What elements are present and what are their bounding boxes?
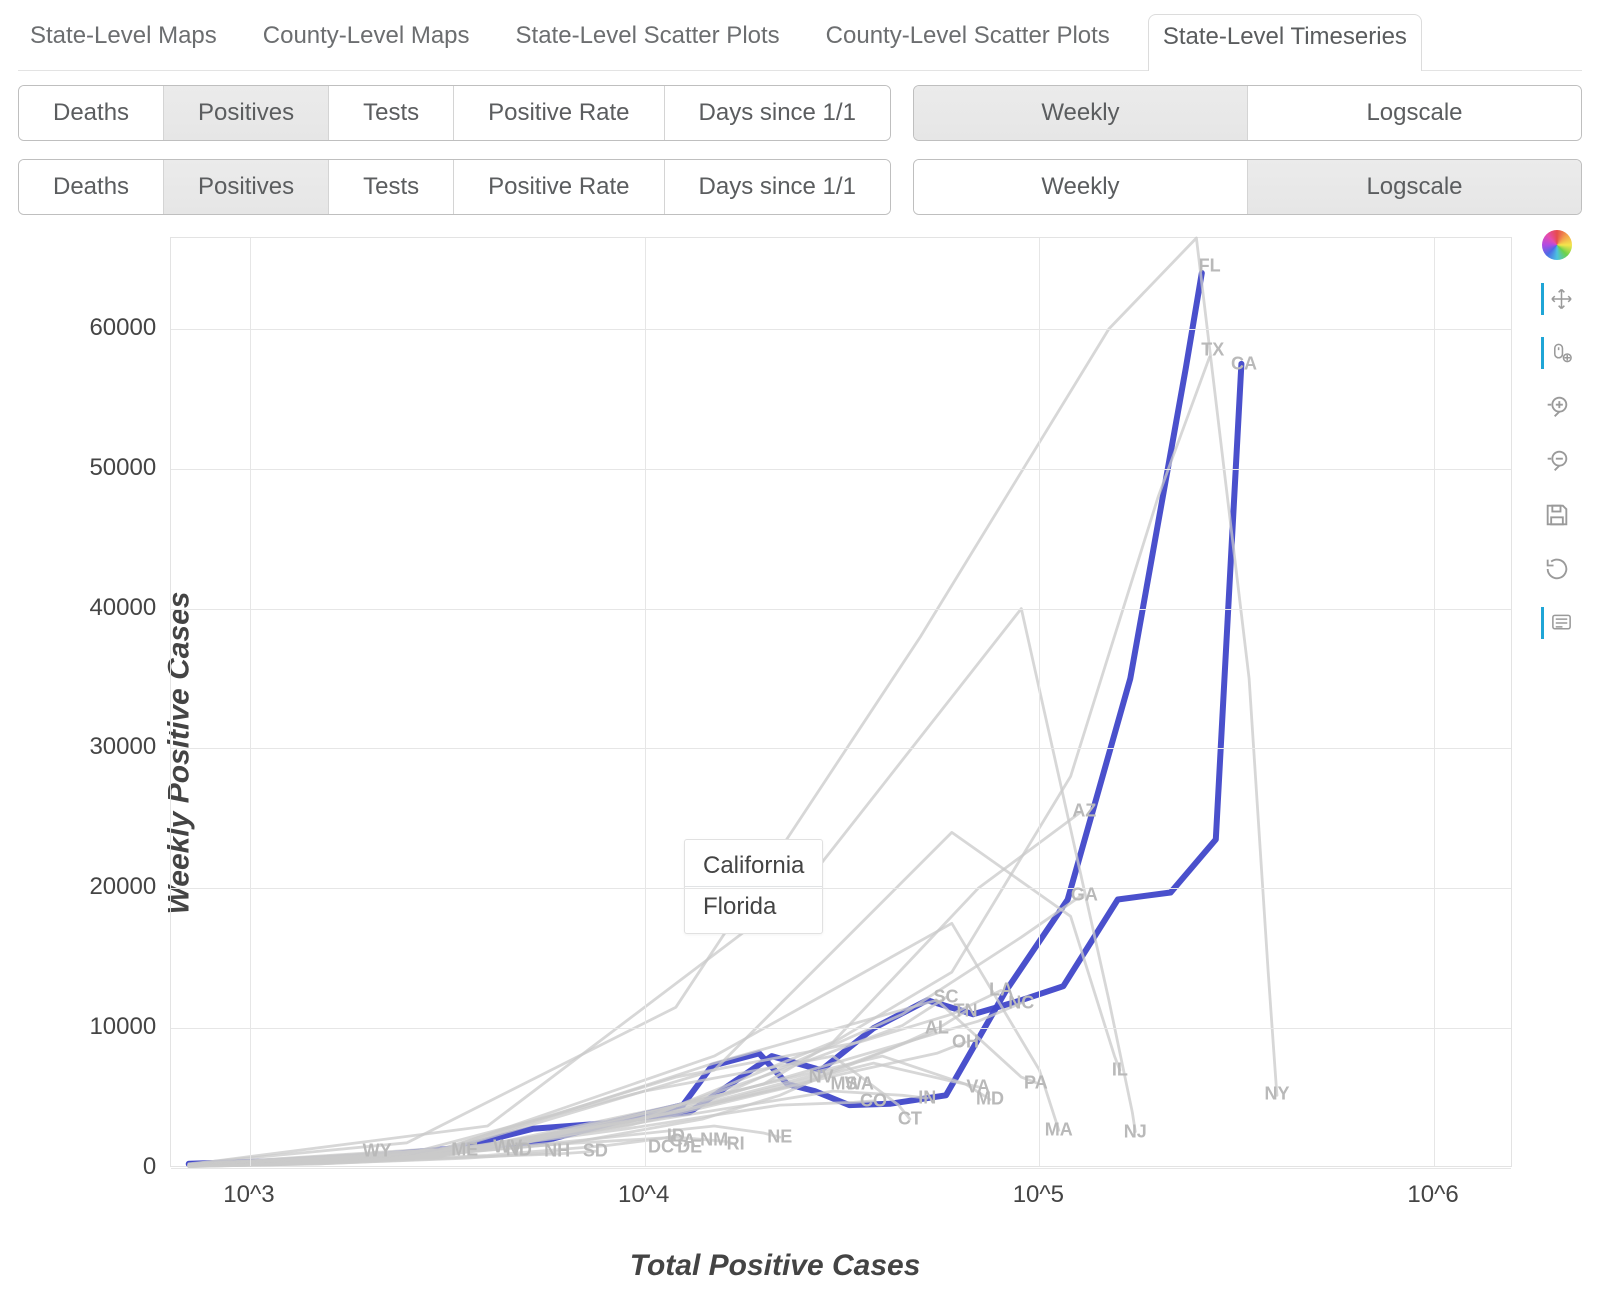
- state-end-label: ID: [667, 1125, 685, 1146]
- state-end-label: SD: [583, 1141, 608, 1162]
- state-end-label: PA: [1024, 1072, 1048, 1093]
- state-end-label: NY: [1264, 1083, 1289, 1104]
- tab-county-maps[interactable]: County-Level Maps: [255, 14, 478, 70]
- y-tick: 30000: [89, 733, 156, 761]
- state-end-label: AL: [925, 1018, 949, 1039]
- tooltip-item-1: Florida: [685, 887, 822, 927]
- state-end-label: AZ: [1072, 801, 1096, 822]
- state-end-label: NJ: [1124, 1121, 1147, 1142]
- state-end-label: OH: [952, 1032, 979, 1053]
- y-positive-rate-button[interactable]: Positive Rate: [454, 86, 664, 140]
- bokeh-logo-icon[interactable]: [1541, 229, 1573, 261]
- zoom-out-tool-icon[interactable]: [1541, 445, 1573, 477]
- y-axis-controls: Deaths Positives Tests Positive Rate Day…: [18, 85, 1582, 141]
- y-weekly-button[interactable]: Weekly: [914, 86, 1248, 140]
- x-tick: 10^3: [223, 1181, 274, 1209]
- wheel-pan-tool-icon[interactable]: [1541, 337, 1573, 369]
- y-tick: 10000: [89, 1013, 156, 1041]
- state-end-label: CO: [860, 1090, 887, 1111]
- state-end-label: MA: [1045, 1120, 1073, 1141]
- reset-tool-icon[interactable]: [1541, 553, 1573, 585]
- state-end-label: IL: [1112, 1060, 1128, 1081]
- x-scale-group: Weekly Logscale: [913, 159, 1582, 215]
- save-tool-icon[interactable]: [1541, 499, 1573, 531]
- y-logscale-button[interactable]: Logscale: [1248, 86, 1581, 140]
- tooltip-item-0: California: [685, 846, 822, 886]
- state-end-label: NH: [544, 1141, 570, 1162]
- state-end-label: NE: [767, 1127, 792, 1148]
- tab-state-maps[interactable]: State-Level Maps: [22, 14, 225, 70]
- state-end-label: CT: [898, 1109, 922, 1130]
- y-tick: 50000: [89, 454, 156, 482]
- state-end-label: FL: [1199, 255, 1221, 276]
- state-end-label: GA: [1071, 885, 1098, 906]
- zoom-in-tool-icon[interactable]: [1541, 391, 1573, 423]
- x-axis-controls: Deaths Positives Tests Positive Rate Day…: [18, 159, 1582, 215]
- state-end-label: CA: [1231, 353, 1257, 374]
- y-tests-button[interactable]: Tests: [329, 86, 454, 140]
- state-end-label: RI: [727, 1134, 745, 1155]
- bokeh-toolbar: [1532, 223, 1582, 1283]
- tab-state-timeseries[interactable]: State-Level Timeseries: [1148, 14, 1422, 71]
- x-logscale-button[interactable]: Logscale: [1248, 160, 1581, 214]
- x-tick: 10^5: [1013, 1181, 1064, 1209]
- plot-area[interactable]: California Florida FLTXCAAZGALASCNCTNALO…: [170, 237, 1512, 1167]
- y-deaths-button[interactable]: Deaths: [19, 86, 164, 140]
- x-weekly-button[interactable]: Weekly: [914, 160, 1248, 214]
- state-end-label: WV: [493, 1137, 522, 1158]
- x-deaths-button[interactable]: Deaths: [19, 160, 164, 214]
- state-end-label: NC: [1008, 992, 1034, 1013]
- state-end-label: TX: [1201, 339, 1224, 360]
- hover-tooltip: California Florida: [684, 839, 823, 934]
- y-tick: 40000: [89, 594, 156, 622]
- y-metric-group: Deaths Positives Tests Positive Rate Day…: [18, 85, 891, 141]
- x-axis-label: Total Positive Cases: [18, 1249, 1532, 1283]
- nav-tabs: State-Level Maps County-Level Maps State…: [18, 14, 1582, 71]
- hover-tool-icon[interactable]: [1541, 607, 1573, 639]
- state-end-label: IN: [918, 1088, 936, 1109]
- y-scale-group: Weekly Logscale: [913, 85, 1582, 141]
- y-tick: 20000: [89, 873, 156, 901]
- state-end-label: MD: [976, 1089, 1004, 1110]
- state-end-label: TN: [954, 1001, 978, 1022]
- x-tests-button[interactable]: Tests: [329, 160, 454, 214]
- lines-svg: [171, 238, 1511, 1166]
- state-end-label: WY: [363, 1141, 392, 1162]
- x-days-button[interactable]: Days since 1/1: [665, 160, 890, 214]
- y-tick: 0: [143, 1153, 156, 1181]
- x-positives-button[interactable]: Positives: [164, 160, 329, 214]
- x-positive-rate-button[interactable]: Positive Rate: [454, 160, 664, 214]
- y-tick: 60000: [89, 314, 156, 342]
- x-tick: 10^4: [618, 1181, 669, 1209]
- state-end-label: ME: [451, 1139, 478, 1160]
- x-tick: 10^6: [1407, 1181, 1458, 1209]
- y-positives-button[interactable]: Positives: [164, 86, 329, 140]
- y-days-button[interactable]: Days since 1/1: [665, 86, 890, 140]
- x-metric-group: Deaths Positives Tests Positive Rate Day…: [18, 159, 891, 215]
- tab-county-scatter[interactable]: County-Level Scatter Plots: [818, 14, 1118, 70]
- state-end-label: NM: [700, 1130, 728, 1151]
- tab-state-scatter[interactable]: State-Level Scatter Plots: [508, 14, 788, 70]
- chart-area[interactable]: Weekly Positive Cases Total Positive Cas…: [18, 223, 1532, 1283]
- pan-tool-icon[interactable]: [1541, 283, 1573, 315]
